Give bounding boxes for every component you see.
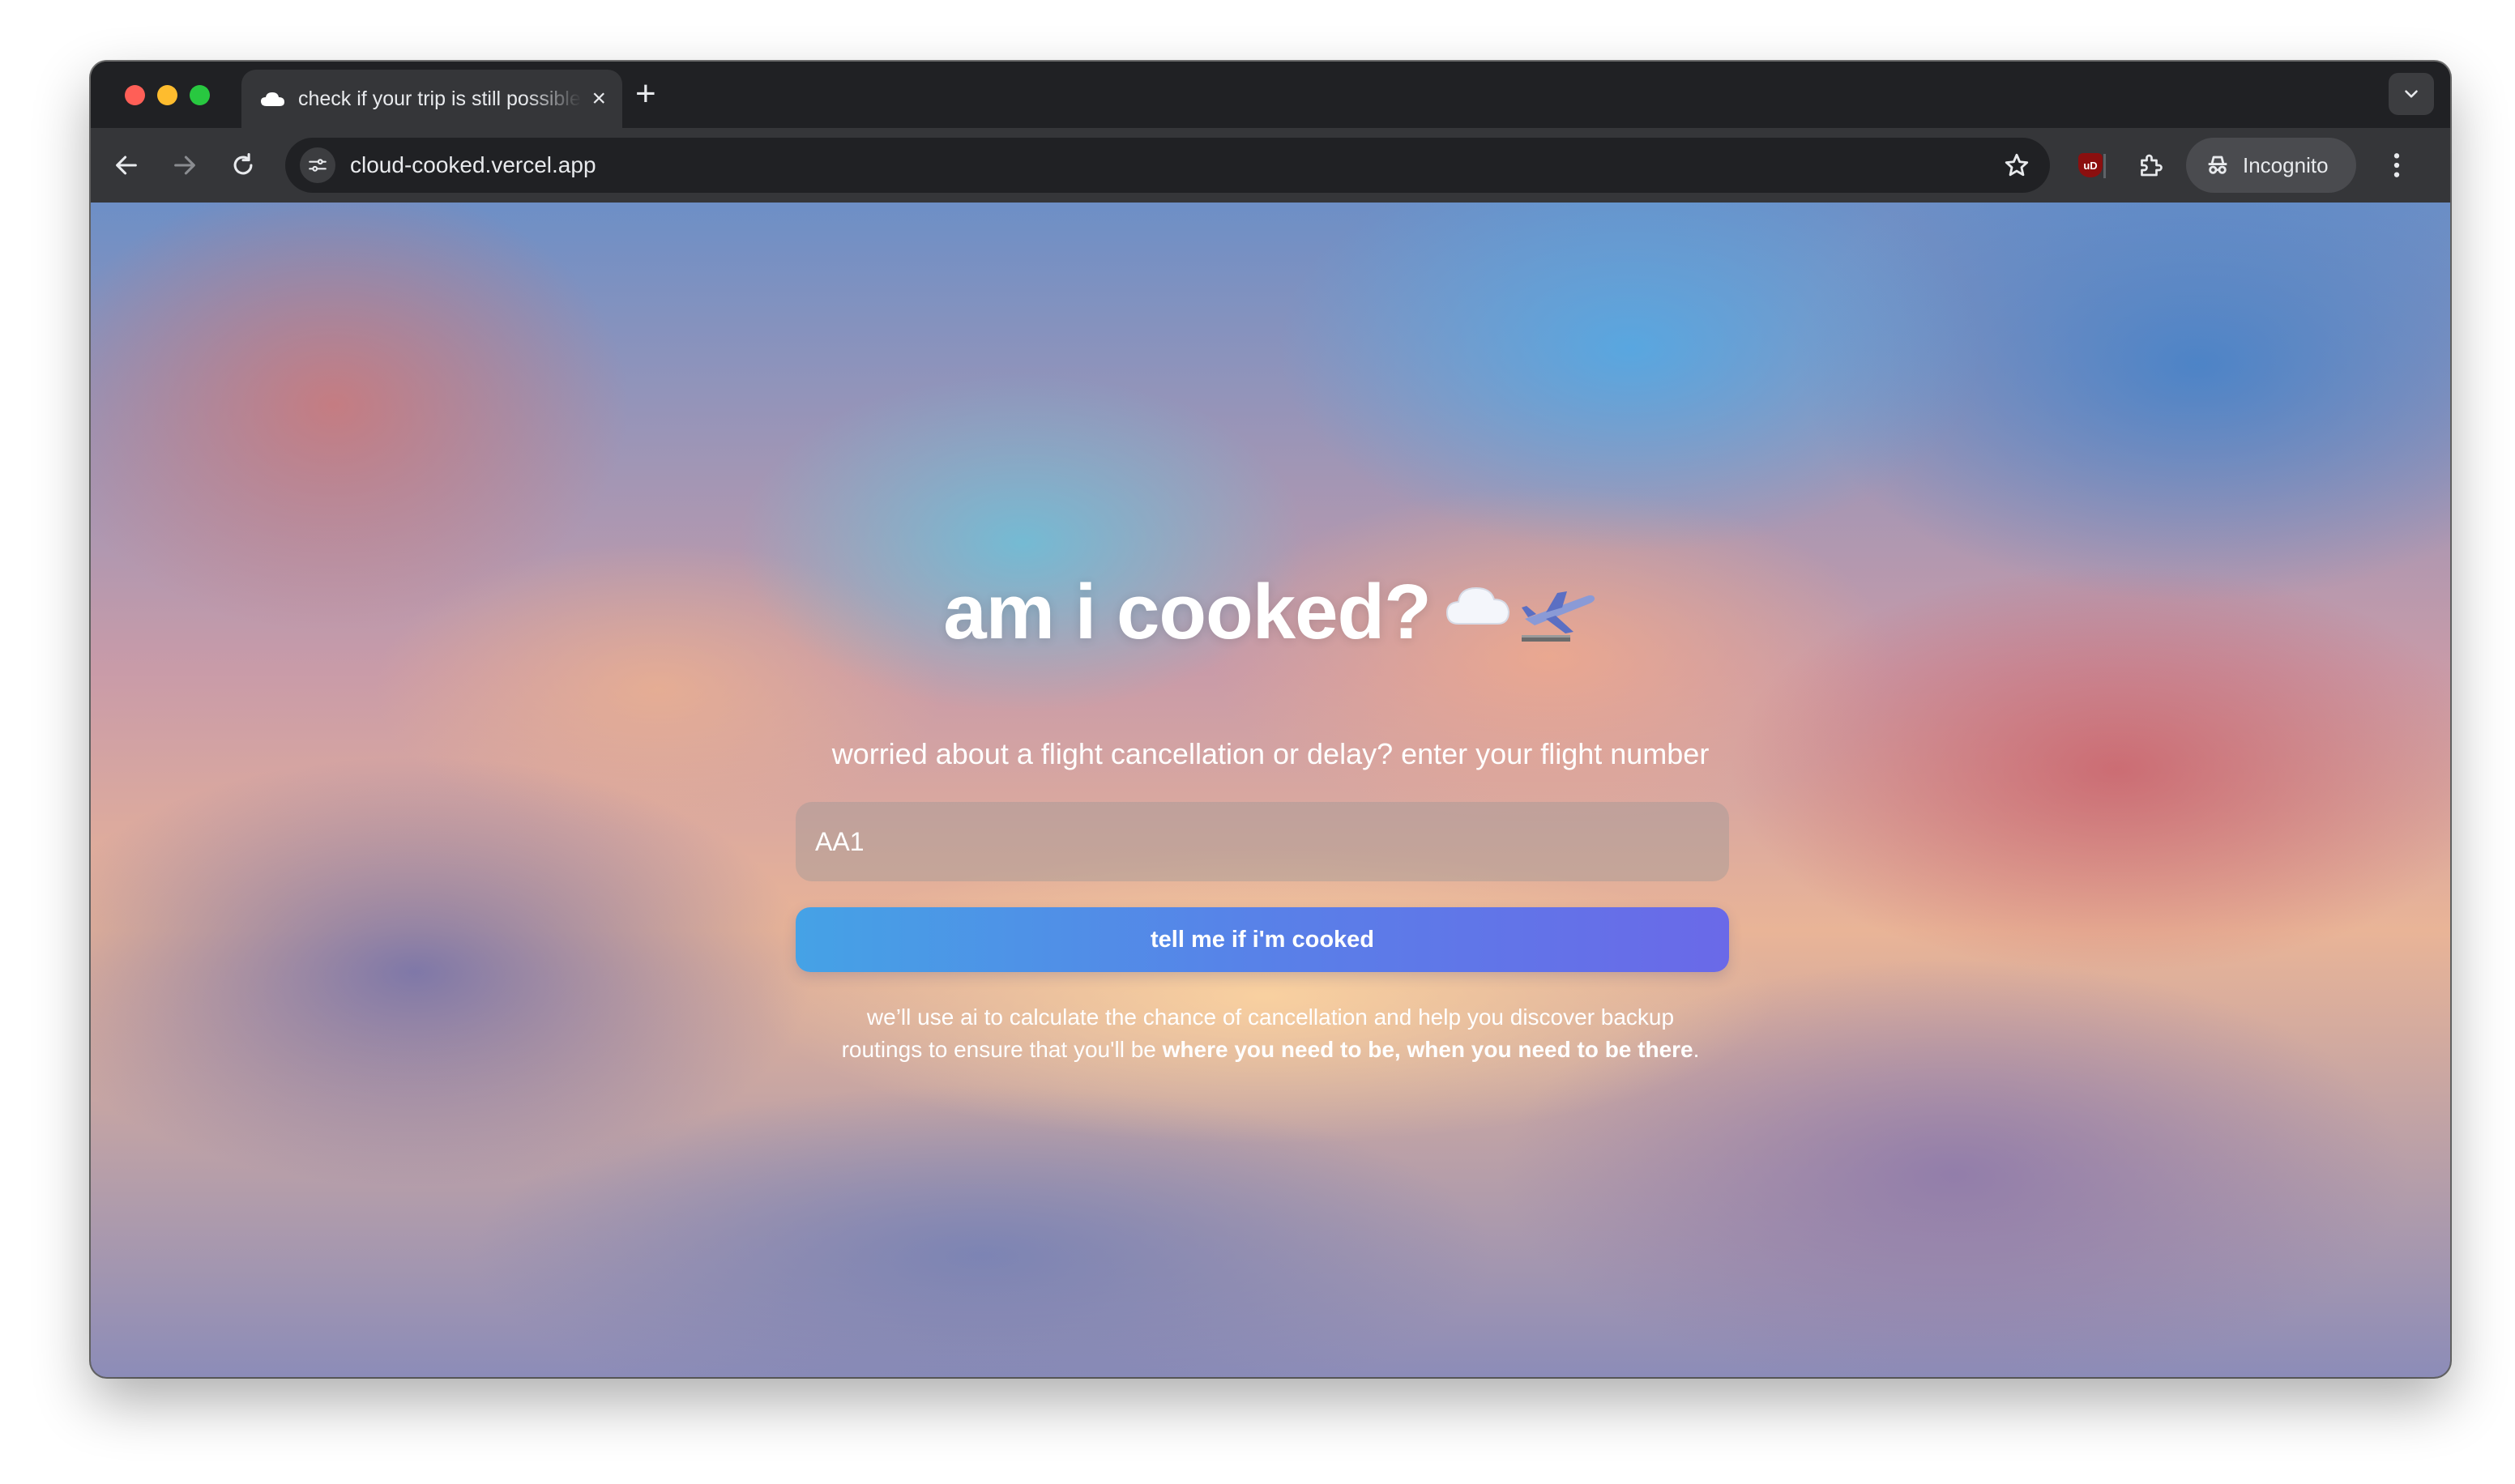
close-window-button[interactable]	[125, 85, 145, 105]
page-title: am i cooked?	[91, 567, 2450, 663]
page-content: am i cooked? worried about a flight canc…	[91, 203, 2450, 1377]
page-subtitle: worried about a flight cancellation or d…	[831, 737, 1710, 770]
back-icon[interactable]	[107, 146, 146, 185]
tab-search-icon[interactable]	[2389, 73, 2434, 115]
tab-title: check if your trip is still possible	[298, 87, 581, 110]
cloud-icon	[259, 90, 287, 108]
toolbar-divider	[2103, 154, 2106, 178]
url-text: cloud-cooked.vercel.app	[350, 152, 596, 177]
minimize-window-button[interactable]	[157, 85, 177, 105]
new-tab-button[interactable]: +	[635, 76, 656, 112]
browser-window: check if your trip is still possible × +…	[91, 62, 2450, 1377]
explanation-text: we’ll use ai to calculate the chance of …	[91, 1001, 2450, 1066]
browser-toolbar: cloud-cooked.vercel.app uD Incognito	[91, 128, 2450, 203]
tab-strip: check if your trip is still possible × +	[91, 62, 2450, 128]
explanation-bold: where you need to be, when you need to b…	[1162, 1037, 1693, 1062]
incognito-label: Incognito	[2243, 152, 2329, 177]
menu-icon[interactable]	[2380, 149, 2413, 181]
incognito-icon	[2208, 156, 2227, 174]
extensions-icon[interactable]	[2133, 147, 2168, 183]
maximize-window-button[interactable]	[190, 85, 210, 105]
incognito-badge[interactable]: Incognito	[2186, 138, 2356, 193]
hero: am i cooked? worried about a flight canc…	[91, 203, 2450, 1377]
explanation-end: .	[1693, 1037, 1700, 1062]
reload-icon[interactable]	[224, 146, 263, 185]
headline-text: am i cooked?	[943, 569, 1431, 655]
site-info-icon[interactable]	[300, 147, 335, 183]
cloud-airplane-emoji-icon	[1444, 567, 1598, 663]
flight-number-input[interactable]	[796, 802, 1729, 881]
forward-icon[interactable]	[165, 146, 204, 185]
browser-tab[interactable]: check if your trip is still possible ×	[241, 70, 622, 128]
address-bar[interactable]: cloud-cooked.vercel.app	[285, 138, 2050, 193]
close-tab-icon[interactable]: ×	[591, 87, 606, 111]
bookmark-star-icon[interactable]	[2003, 151, 2030, 179]
submit-button[interactable]: tell me if i'm cooked	[796, 907, 1729, 972]
